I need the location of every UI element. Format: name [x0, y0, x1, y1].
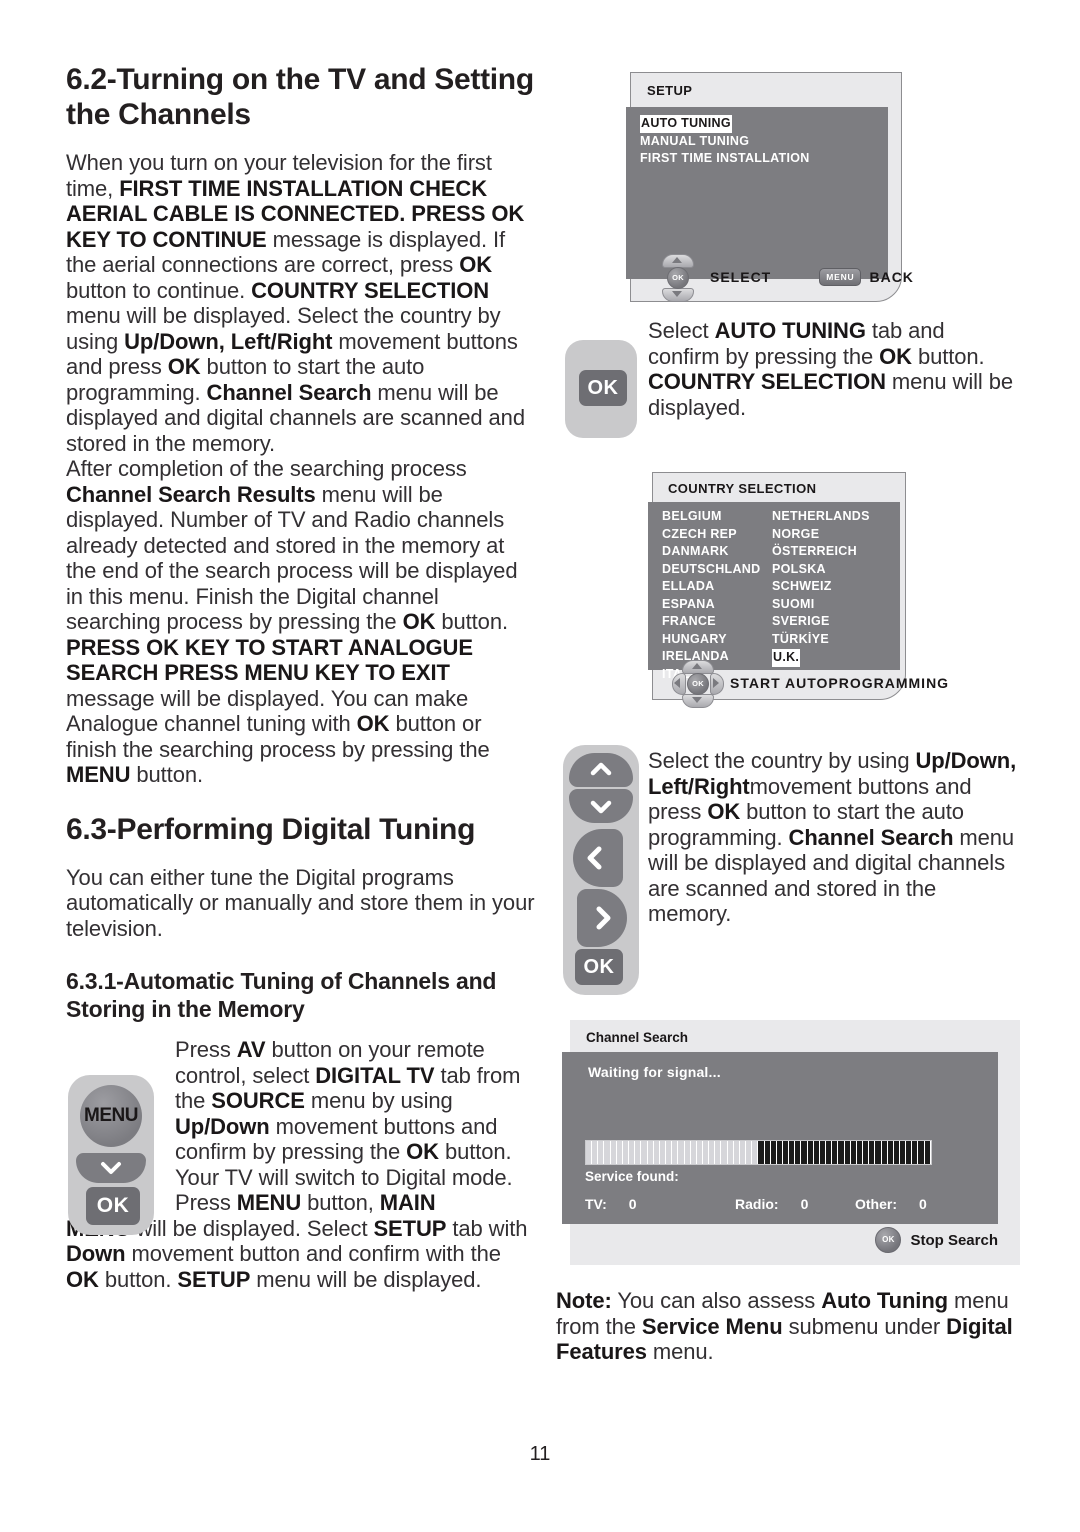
menu-item[interactable]: POLSKA	[772, 561, 872, 579]
remote-ok-button-3[interactable]: OK	[575, 949, 623, 985]
paragraph-channel-search-results: After completion of the searching proces…	[66, 456, 518, 634]
dpad-updown-icon[interactable]: OK	[652, 254, 702, 302]
channel-search-screen: Waiting for signal... Service found: TV:…	[562, 1052, 998, 1224]
menu-item[interactable]: FRANCE	[662, 613, 772, 631]
country-selection-screenshot: COUNTRY SELECTION BELGIUM CZECH REP DANMAR…	[648, 472, 948, 708]
stop-search-ok-icon[interactable]: OK	[875, 1227, 902, 1253]
count-tv-label: TV:	[585, 1196, 607, 1212]
country-panel-title: COUNTRY SELECTION	[668, 481, 817, 496]
remote-left-button[interactable]	[573, 829, 623, 887]
channel-search-status: Waiting for signal...	[588, 1064, 721, 1080]
menu-key-icon[interactable]: MENU	[819, 268, 862, 286]
count-tv-value: 0	[628, 1196, 637, 1212]
dpad-ok-icon[interactable]: OK	[667, 267, 689, 289]
service-found-label: Service found:	[585, 1169, 679, 1184]
menu-item[interactable]: BELGIUM	[662, 508, 772, 526]
remote-right-button[interactable]	[577, 889, 627, 947]
setup-panel-title: SETUP	[647, 83, 693, 98]
dpad-ok-icon-2[interactable]: OK	[687, 673, 709, 695]
menu-item[interactable]: SCHWEIZ	[772, 578, 872, 596]
country-panel-nav: OK START AUTOPROGRAMMING	[672, 660, 950, 708]
count-other-label: Other:	[855, 1196, 897, 1212]
menu-item[interactable]: DEUTSCHLAND	[662, 561, 772, 579]
setup-menu-list: AUTO TUNING MANUAL TUNING FIRST TIME INSTA…	[640, 114, 810, 168]
count-radio-value: 0	[800, 1196, 809, 1212]
paragraph-select-auto-tuning: Select AUTO TUNING tab and confirm by pr…	[648, 318, 1013, 420]
menu-item[interactable]: AUTO TUNING	[640, 115, 732, 133]
menu-item[interactable]: MANUAL TUNING	[640, 133, 810, 151]
paragraph-first-time-installation: When you turn on your television for the…	[66, 150, 525, 456]
remote-down-button-2[interactable]	[569, 789, 633, 823]
count-radio-label: Radio:	[735, 1196, 779, 1212]
count-tv: TV: 0	[585, 1196, 735, 1212]
menu-item[interactable]: NETHERLANDS	[772, 508, 872, 526]
count-radio: Radio: 0	[735, 1196, 855, 1212]
paragraph-digital-tuning-intro: You can either tune the Digital programs…	[66, 864, 535, 941]
paragraph-select-country: Select the country by using Up/Down, Lef…	[648, 748, 1017, 926]
menu-item[interactable]: NORGE	[772, 526, 872, 544]
setup-menu-screenshot: SETUP AUTO TUNING MANUAL TUNING FIRST TIME…	[626, 72, 913, 302]
menu-item[interactable]: ÖSTERREICH	[772, 543, 872, 561]
setup-nav-back-label: BACK	[869, 269, 914, 285]
menu-item[interactable]: SVERIGE	[772, 613, 872, 631]
country-list-right: NETHERLANDS NORGE ÖSTERREICH POLSKA SCHWEIZ S…	[772, 508, 872, 684]
menu-item[interactable]: HUNGARY	[662, 631, 772, 649]
remote-up-button[interactable]	[569, 753, 633, 787]
paragraph-analogue-search: PRESS OK KEY TO START ANALOGUE SEARCH PR…	[66, 634, 490, 788]
country-list-left: BELGIUM CZECH REP DANMARK DEUTSCHLAND ELLADA…	[662, 508, 772, 684]
progress-gap	[929, 1141, 931, 1164]
menu-item[interactable]: DANMARK	[662, 543, 772, 561]
note-paragraph: Note: You can also assess Auto Tuning me…	[556, 1288, 1013, 1364]
channel-search-screenshot: Channel Search Waiting for signal... Ser…	[562, 1020, 1020, 1265]
country-nav-action-label: START AUTOPROGRAMMING	[730, 675, 950, 691]
channel-search-title: Channel Search	[586, 1030, 689, 1045]
setup-panel-nav: OK SELECT MENU BACK	[652, 254, 914, 302]
dpad-all-directions-icon[interactable]: OK	[672, 660, 724, 708]
section-title-6-3: 6.3-Performing Digital Tuning	[66, 812, 476, 846]
remote-down-button[interactable]	[76, 1153, 146, 1183]
page-number: 11	[529, 1443, 551, 1465]
remote-ok-button[interactable]: OK	[86, 1187, 140, 1225]
menu-item[interactable]: FIRST TIME INSTALLATION	[640, 150, 810, 168]
setup-nav-select-label: SELECT	[710, 269, 772, 285]
manual-page: 6.2-Turning on the TV and Setting the Ch…	[0, 0, 1080, 1532]
remote-menu-group: MENU OK	[68, 1075, 154, 1235]
remote-arrows-group: OK	[563, 745, 639, 995]
country-panel-screen: BELGIUM CZECH REP DANMARK DEUTSCHLAND ELLADA…	[648, 502, 900, 682]
menu-item[interactable]: ELLADA	[662, 578, 772, 596]
channel-search-progress-bar	[585, 1140, 932, 1165]
section-title-6-2: 6.2-Turning on the TV and Setting the Ch…	[66, 63, 534, 131]
paragraph-automatic-tuning-indented: Press AV button on your remote control, …	[175, 1037, 521, 1215]
stop-search-control[interactable]: OK Stop Search	[875, 1227, 998, 1253]
remote-menu-button[interactable]: MENU	[80, 1085, 142, 1147]
service-counts-row: TV: 0 Radio: 0 Other: 0	[585, 1196, 975, 1212]
count-other-value: 0	[919, 1196, 927, 1212]
count-other: Other: 0	[855, 1196, 927, 1212]
remote-ok-group: OK	[565, 340, 637, 438]
stop-search-label: Stop Search	[910, 1231, 998, 1249]
menu-item[interactable]: CZECH REP	[662, 526, 772, 544]
menu-item[interactable]: SUOMI	[772, 596, 872, 614]
menu-item[interactable]: TÜRKİYE	[772, 631, 872, 649]
section-title-6-3-1: 6.3.1-Automatic Tuning of Channels and S…	[66, 968, 497, 1022]
remote-ok-button-2[interactable]: OK	[579, 370, 627, 406]
menu-item[interactable]: ESPANA	[662, 596, 772, 614]
